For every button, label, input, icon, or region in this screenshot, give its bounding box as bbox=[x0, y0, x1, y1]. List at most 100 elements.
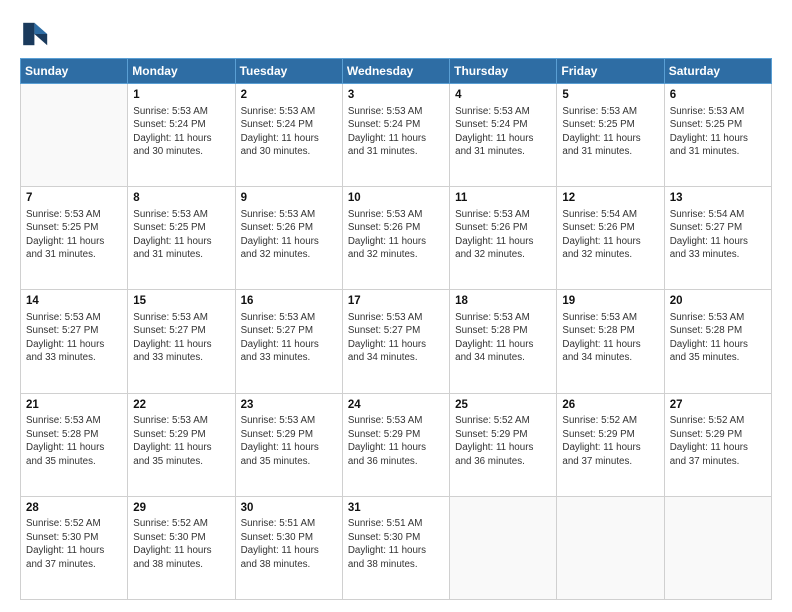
day-info: Sunrise: 5:53 AM Sunset: 5:27 PM Dayligh… bbox=[26, 311, 122, 365]
logo-icon bbox=[20, 18, 52, 50]
day-info: Sunrise: 5:53 AM Sunset: 5:24 PM Dayligh… bbox=[133, 105, 229, 159]
day-info: Sunrise: 5:53 AM Sunset: 5:25 PM Dayligh… bbox=[562, 105, 658, 159]
week-row-4: 28Sunrise: 5:52 AM Sunset: 5:30 PM Dayli… bbox=[21, 496, 772, 599]
day-cell: 2Sunrise: 5:53 AM Sunset: 5:24 PM Daylig… bbox=[235, 84, 342, 187]
day-info: Sunrise: 5:53 AM Sunset: 5:28 PM Dayligh… bbox=[562, 311, 658, 365]
day-info: Sunrise: 5:53 AM Sunset: 5:27 PM Dayligh… bbox=[133, 311, 229, 365]
day-cell: 30Sunrise: 5:51 AM Sunset: 5:30 PM Dayli… bbox=[235, 496, 342, 599]
day-cell: 12Sunrise: 5:54 AM Sunset: 5:26 PM Dayli… bbox=[557, 187, 664, 290]
day-cell: 24Sunrise: 5:53 AM Sunset: 5:29 PM Dayli… bbox=[342, 393, 449, 496]
day-info: Sunrise: 5:54 AM Sunset: 5:27 PM Dayligh… bbox=[670, 208, 766, 262]
day-cell: 9Sunrise: 5:53 AM Sunset: 5:26 PM Daylig… bbox=[235, 187, 342, 290]
day-number: 31 bbox=[348, 501, 444, 517]
day-cell: 13Sunrise: 5:54 AM Sunset: 5:27 PM Dayli… bbox=[664, 187, 771, 290]
day-number: 9 bbox=[241, 191, 337, 207]
day-cell: 23Sunrise: 5:53 AM Sunset: 5:29 PM Dayli… bbox=[235, 393, 342, 496]
day-cell: 18Sunrise: 5:53 AM Sunset: 5:28 PM Dayli… bbox=[450, 290, 557, 393]
weekday-header-friday: Friday bbox=[557, 59, 664, 84]
day-info: Sunrise: 5:52 AM Sunset: 5:29 PM Dayligh… bbox=[670, 414, 766, 468]
weekday-header-wednesday: Wednesday bbox=[342, 59, 449, 84]
day-cell: 4Sunrise: 5:53 AM Sunset: 5:24 PM Daylig… bbox=[450, 84, 557, 187]
day-cell: 21Sunrise: 5:53 AM Sunset: 5:28 PM Dayli… bbox=[21, 393, 128, 496]
day-cell: 10Sunrise: 5:53 AM Sunset: 5:26 PM Dayli… bbox=[342, 187, 449, 290]
day-info: Sunrise: 5:53 AM Sunset: 5:28 PM Dayligh… bbox=[670, 311, 766, 365]
day-info: Sunrise: 5:52 AM Sunset: 5:29 PM Dayligh… bbox=[562, 414, 658, 468]
day-info: Sunrise: 5:52 AM Sunset: 5:30 PM Dayligh… bbox=[133, 517, 229, 571]
calendar-table: SundayMondayTuesdayWednesdayThursdayFrid… bbox=[20, 58, 772, 600]
day-number: 23 bbox=[241, 398, 337, 414]
day-number: 21 bbox=[26, 398, 122, 414]
day-number: 5 bbox=[562, 88, 658, 104]
day-number: 4 bbox=[455, 88, 551, 104]
day-number: 11 bbox=[455, 191, 551, 207]
day-info: Sunrise: 5:53 AM Sunset: 5:28 PM Dayligh… bbox=[26, 414, 122, 468]
day-cell: 7Sunrise: 5:53 AM Sunset: 5:25 PM Daylig… bbox=[21, 187, 128, 290]
day-number: 6 bbox=[670, 88, 766, 104]
day-info: Sunrise: 5:53 AM Sunset: 5:25 PM Dayligh… bbox=[670, 105, 766, 159]
day-info: Sunrise: 5:53 AM Sunset: 5:26 PM Dayligh… bbox=[241, 208, 337, 262]
day-number: 20 bbox=[670, 294, 766, 310]
day-number: 25 bbox=[455, 398, 551, 414]
day-info: Sunrise: 5:54 AM Sunset: 5:26 PM Dayligh… bbox=[562, 208, 658, 262]
day-info: Sunrise: 5:51 AM Sunset: 5:30 PM Dayligh… bbox=[348, 517, 444, 571]
weekday-header-row: SundayMondayTuesdayWednesdayThursdayFrid… bbox=[21, 59, 772, 84]
logo bbox=[20, 18, 56, 50]
day-cell: 28Sunrise: 5:52 AM Sunset: 5:30 PM Dayli… bbox=[21, 496, 128, 599]
day-cell: 25Sunrise: 5:52 AM Sunset: 5:29 PM Dayli… bbox=[450, 393, 557, 496]
day-number: 1 bbox=[133, 88, 229, 104]
weekday-header-monday: Monday bbox=[128, 59, 235, 84]
day-cell bbox=[450, 496, 557, 599]
day-number: 12 bbox=[562, 191, 658, 207]
day-number: 13 bbox=[670, 191, 766, 207]
day-cell: 19Sunrise: 5:53 AM Sunset: 5:28 PM Dayli… bbox=[557, 290, 664, 393]
day-info: Sunrise: 5:53 AM Sunset: 5:24 PM Dayligh… bbox=[348, 105, 444, 159]
day-cell: 20Sunrise: 5:53 AM Sunset: 5:28 PM Dayli… bbox=[664, 290, 771, 393]
day-info: Sunrise: 5:53 AM Sunset: 5:25 PM Dayligh… bbox=[133, 208, 229, 262]
day-info: Sunrise: 5:53 AM Sunset: 5:24 PM Dayligh… bbox=[455, 105, 551, 159]
day-cell: 22Sunrise: 5:53 AM Sunset: 5:29 PM Dayli… bbox=[128, 393, 235, 496]
day-cell: 29Sunrise: 5:52 AM Sunset: 5:30 PM Dayli… bbox=[128, 496, 235, 599]
weekday-header-thursday: Thursday bbox=[450, 59, 557, 84]
day-number: 29 bbox=[133, 501, 229, 517]
day-number: 19 bbox=[562, 294, 658, 310]
day-number: 27 bbox=[670, 398, 766, 414]
day-cell: 6Sunrise: 5:53 AM Sunset: 5:25 PM Daylig… bbox=[664, 84, 771, 187]
day-cell: 27Sunrise: 5:52 AM Sunset: 5:29 PM Dayli… bbox=[664, 393, 771, 496]
day-cell: 15Sunrise: 5:53 AM Sunset: 5:27 PM Dayli… bbox=[128, 290, 235, 393]
day-cell bbox=[664, 496, 771, 599]
day-number: 2 bbox=[241, 88, 337, 104]
day-info: Sunrise: 5:53 AM Sunset: 5:29 PM Dayligh… bbox=[241, 414, 337, 468]
day-info: Sunrise: 5:53 AM Sunset: 5:29 PM Dayligh… bbox=[348, 414, 444, 468]
day-number: 24 bbox=[348, 398, 444, 414]
day-info: Sunrise: 5:53 AM Sunset: 5:25 PM Dayligh… bbox=[26, 208, 122, 262]
day-number: 17 bbox=[348, 294, 444, 310]
day-cell: 31Sunrise: 5:51 AM Sunset: 5:30 PM Dayli… bbox=[342, 496, 449, 599]
week-row-0: 1Sunrise: 5:53 AM Sunset: 5:24 PM Daylig… bbox=[21, 84, 772, 187]
day-cell: 14Sunrise: 5:53 AM Sunset: 5:27 PM Dayli… bbox=[21, 290, 128, 393]
day-info: Sunrise: 5:53 AM Sunset: 5:26 PM Dayligh… bbox=[455, 208, 551, 262]
day-number: 30 bbox=[241, 501, 337, 517]
day-cell: 17Sunrise: 5:53 AM Sunset: 5:27 PM Dayli… bbox=[342, 290, 449, 393]
calendar-header: SundayMondayTuesdayWednesdayThursdayFrid… bbox=[21, 59, 772, 84]
day-cell: 8Sunrise: 5:53 AM Sunset: 5:25 PM Daylig… bbox=[128, 187, 235, 290]
day-info: Sunrise: 5:52 AM Sunset: 5:30 PM Dayligh… bbox=[26, 517, 122, 571]
day-cell: 26Sunrise: 5:52 AM Sunset: 5:29 PM Dayli… bbox=[557, 393, 664, 496]
week-row-3: 21Sunrise: 5:53 AM Sunset: 5:28 PM Dayli… bbox=[21, 393, 772, 496]
day-cell: 1Sunrise: 5:53 AM Sunset: 5:24 PM Daylig… bbox=[128, 84, 235, 187]
day-cell bbox=[21, 84, 128, 187]
day-number: 16 bbox=[241, 294, 337, 310]
day-info: Sunrise: 5:51 AM Sunset: 5:30 PM Dayligh… bbox=[241, 517, 337, 571]
day-cell: 16Sunrise: 5:53 AM Sunset: 5:27 PM Dayli… bbox=[235, 290, 342, 393]
day-info: Sunrise: 5:53 AM Sunset: 5:27 PM Dayligh… bbox=[241, 311, 337, 365]
weekday-header-tuesday: Tuesday bbox=[235, 59, 342, 84]
day-number: 18 bbox=[455, 294, 551, 310]
day-cell: 11Sunrise: 5:53 AM Sunset: 5:26 PM Dayli… bbox=[450, 187, 557, 290]
day-info: Sunrise: 5:53 AM Sunset: 5:27 PM Dayligh… bbox=[348, 311, 444, 365]
calendar-body: 1Sunrise: 5:53 AM Sunset: 5:24 PM Daylig… bbox=[21, 84, 772, 600]
day-number: 10 bbox=[348, 191, 444, 207]
day-cell: 3Sunrise: 5:53 AM Sunset: 5:24 PM Daylig… bbox=[342, 84, 449, 187]
week-row-2: 14Sunrise: 5:53 AM Sunset: 5:27 PM Dayli… bbox=[21, 290, 772, 393]
day-info: Sunrise: 5:53 AM Sunset: 5:28 PM Dayligh… bbox=[455, 311, 551, 365]
day-number: 8 bbox=[133, 191, 229, 207]
day-number: 28 bbox=[26, 501, 122, 517]
